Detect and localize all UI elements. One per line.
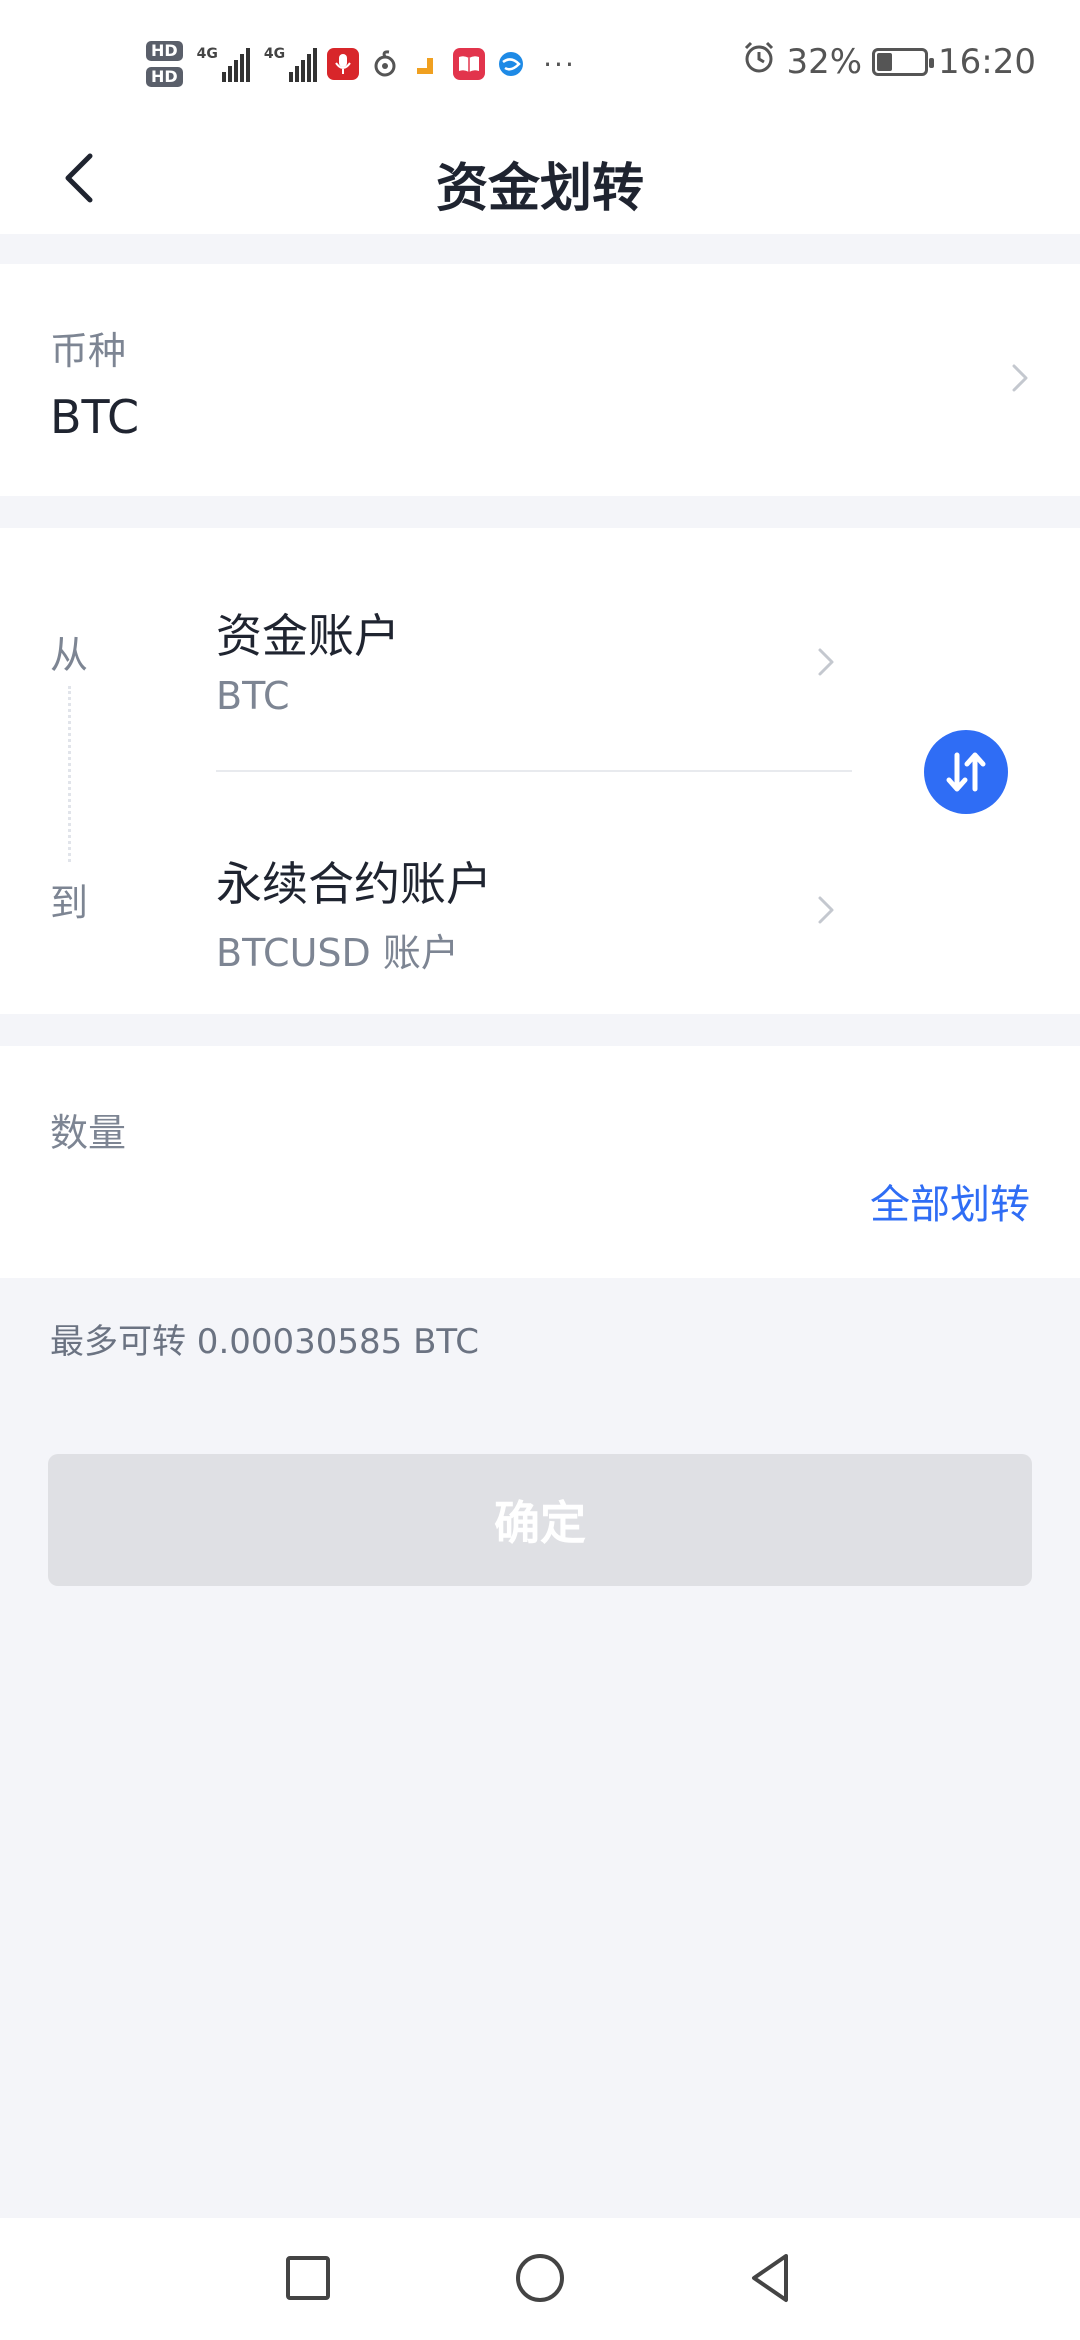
transfer-page: HD HD 4G 4G ··· 32% 16:20 资金划转 币种 BTC 从 …	[0, 0, 1080, 2340]
from-account-name: 资金账户	[216, 609, 400, 663]
accounts-divider	[216, 770, 852, 772]
to-account-sub: BTCUSD 账户	[216, 931, 459, 975]
to-account-name: 永续合约账户	[216, 857, 492, 911]
confirm-button[interactable]: 确定	[48, 1454, 1032, 1586]
signal-2-icon: 4G	[263, 46, 318, 82]
home-icon[interactable]	[508, 2246, 572, 2310]
browser-app-icon	[495, 48, 527, 80]
hd-indicator-2: HD	[146, 67, 183, 87]
signal-1-label: 4G	[196, 46, 218, 62]
quantity-card: 数量 全部划转	[0, 1046, 1080, 1278]
quantity-input[interactable]	[50, 1166, 850, 1246]
chevron-right-icon	[818, 896, 834, 924]
status-left: HD HD 4G 4G ···	[146, 34, 576, 94]
battery-icon	[872, 47, 935, 76]
chevron-right-icon	[818, 648, 834, 676]
signal-2-label: 4G	[263, 46, 286, 62]
hd-indicator-1: HD	[146, 41, 183, 61]
swap-accounts-button[interactable]	[924, 730, 1008, 814]
quantity-label: 数量	[50, 1111, 127, 1155]
to-label: 到	[50, 881, 89, 925]
nav-header: 资金划转	[0, 120, 1080, 234]
recent-apps-icon[interactable]	[276, 2246, 340, 2310]
from-to-connector	[68, 686, 71, 862]
from-account-selector[interactable]: 资金账户 BTC	[216, 600, 852, 760]
orange-app-icon	[411, 48, 443, 80]
coin-label: 币种	[50, 329, 127, 373]
swap-arrows-icon	[946, 752, 986, 792]
battery-percent: 32%	[786, 41, 863, 82]
microphone-app-icon	[327, 48, 360, 80]
back-triangle-icon[interactable]	[740, 2246, 804, 2310]
system-nav-bar	[0, 2218, 1080, 2340]
coin-selector[interactable]: 币种 BTC	[0, 264, 1080, 496]
status-bar: HD HD 4G 4G ··· 32% 16:20	[0, 0, 1080, 120]
transfer-all-button[interactable]: 全部划转	[870, 1172, 1030, 1230]
alarm-icon	[742, 40, 776, 83]
book-app-icon	[453, 48, 486, 80]
more-notifications: ···	[543, 47, 576, 81]
to-account-selector[interactable]: 永续合约账户 BTCUSD 账户	[216, 848, 852, 1008]
status-right: 32% 16:20	[742, 40, 1036, 83]
max-transferable-text: 最多可转 0.00030585 BTC	[50, 1322, 479, 1362]
chevron-right-icon	[1012, 364, 1028, 392]
coin-value: BTC	[50, 390, 140, 444]
from-label: 从	[50, 633, 89, 677]
from-account-sub: BTC	[216, 674, 290, 718]
clock: 16:20	[938, 41, 1036, 82]
hd-indicators: HD HD	[146, 41, 183, 87]
music-app-icon	[369, 48, 401, 80]
transfer-accounts-card: 从 到 资金账户 BTC 永续合约账户 BTCUSD 账户	[0, 528, 1080, 1014]
signal-1-icon: 4G	[197, 46, 250, 82]
page-title: 资金划转	[435, 159, 644, 219]
